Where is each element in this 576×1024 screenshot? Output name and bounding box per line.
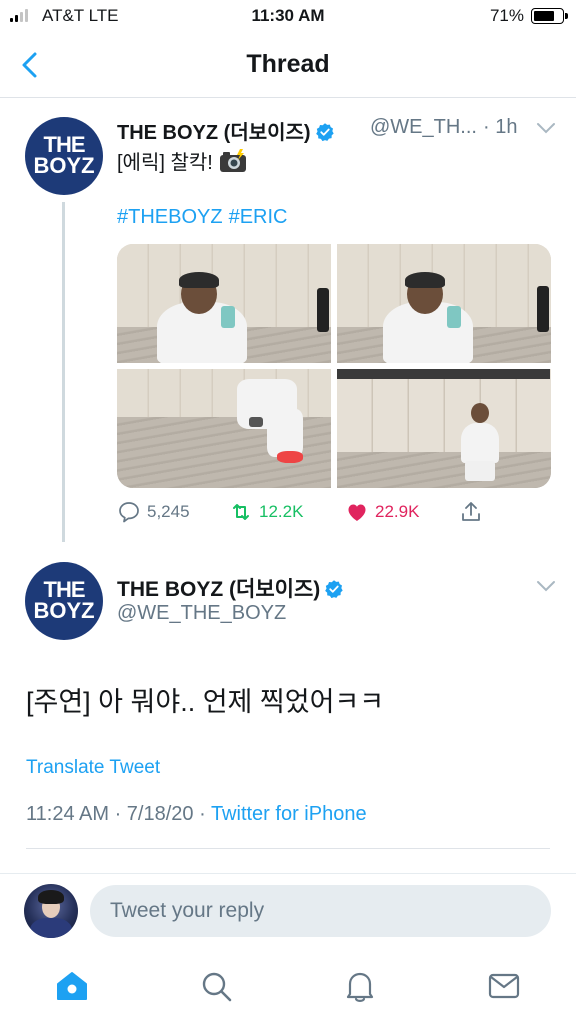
the-boyz-logo: THE BOYZ <box>33 132 95 178</box>
reply-action[interactable]: 5,245 <box>117 500 190 524</box>
tweet-text: [에릭] 찰칵! <box>117 146 247 175</box>
tweet-hashtags: #THEBOYZ #ERIC <box>117 206 287 229</box>
share-action[interactable] <box>459 500 483 524</box>
hashtag-eric[interactable]: #ERIC <box>229 206 288 228</box>
verified-badge-icon <box>325 580 343 599</box>
tweet-photo-4[interactable] <box>337 369 551 488</box>
reply-count: 5,245 <box>147 502 190 521</box>
like-count: 22.9K <box>375 502 420 521</box>
avatar[interactable]: THE BOYZ <box>25 117 103 195</box>
tweet-timestamp: 11:24 AM · 7/18/20 · Twitter for iPhone <box>26 803 367 825</box>
tweet-author-name[interactable]: THE BOYZ (더보이즈) <box>117 573 344 603</box>
tweet-author-name[interactable]: THE BOYZ (더보이즈) <box>117 116 335 145</box>
home-icon[interactable] <box>54 968 90 1004</box>
tweet-actions: 5,245 12.2K 22.9K <box>117 500 551 530</box>
messages-icon[interactable] <box>486 968 522 1004</box>
tweet-author-handle[interactable]: @WE_TH... <box>370 116 477 139</box>
user-avatar[interactable] <box>24 884 78 938</box>
reply-input[interactable]: Tweet your reply <box>90 885 551 937</box>
retweet-icon <box>233 504 249 520</box>
tweet-photo-1[interactable] <box>117 244 331 363</box>
thread-connector-line <box>62 202 65 542</box>
camera-with-flash-icon <box>219 149 246 172</box>
search-icon[interactable] <box>198 968 234 1004</box>
heart-icon <box>348 504 366 521</box>
retweet-action[interactable]: 12.2K <box>229 500 303 524</box>
reply-bar: Tweet your reply <box>0 873 576 949</box>
tweet-media-grid <box>117 244 551 488</box>
tweet-author-handle[interactable]: @WE_THE_BOYZ <box>117 602 286 625</box>
hashtag-theboyz[interactable]: #THEBOYZ <box>117 206 223 228</box>
like-action[interactable]: 22.9K <box>345 500 419 524</box>
tweet-text: [주연] 아 뭐야.. 언제 찍었어ㅋㅋ <box>26 687 385 717</box>
the-boyz-logo: THE BOYZ <box>33 577 95 623</box>
page-title: Thread <box>246 50 330 78</box>
tweet-photo-2[interactable] <box>337 244 551 363</box>
tab-bar <box>0 950 576 1024</box>
retweet-count: 12.2K <box>259 502 304 521</box>
divider <box>26 848 550 849</box>
status-bar: AT&T LTE 11:30 AM 71% <box>0 0 576 32</box>
translate-tweet-link[interactable]: Translate Tweet <box>26 757 160 779</box>
battery-icon <box>531 8 568 24</box>
reply-icon <box>119 502 139 523</box>
notifications-icon[interactable] <box>342 968 378 1004</box>
chevron-down-icon[interactable] <box>536 121 556 135</box>
chevron-down-icon[interactable] <box>536 579 556 593</box>
share-icon <box>462 502 480 521</box>
verified-badge-icon <box>315 123 334 142</box>
tweet-photo-3[interactable] <box>117 369 331 488</box>
tweet-source-link[interactable]: Twitter for iPhone <box>211 803 367 825</box>
battery-percent: 71% <box>489 6 524 25</box>
tweet-time: · 1h <box>483 116 518 138</box>
avatar[interactable]: THE BOYZ <box>25 562 103 640</box>
thread-header: Thread <box>0 32 576 98</box>
